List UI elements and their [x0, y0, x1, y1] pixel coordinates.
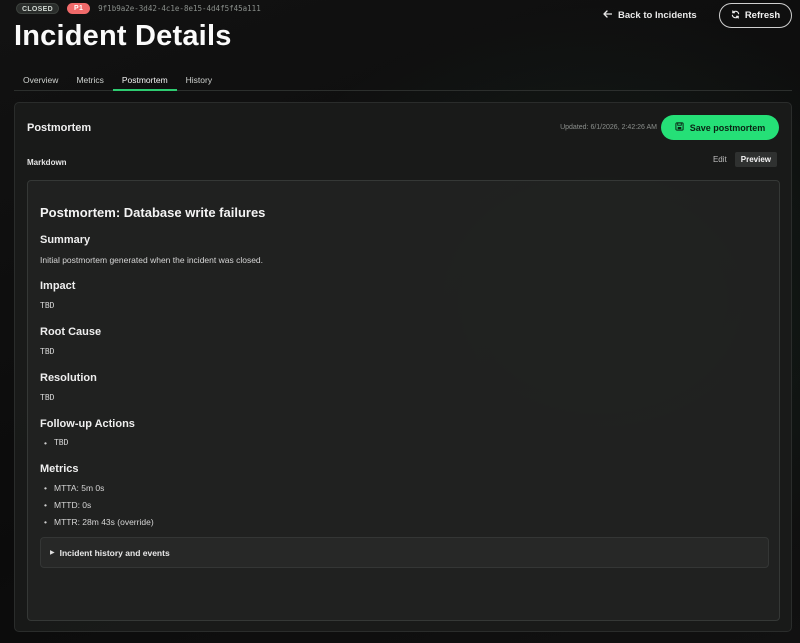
page-title: Incident Details [14, 20, 232, 52]
list-item: • TBD [44, 438, 69, 448]
resolution-text: TBD [40, 393, 55, 402]
doc-title: Postmortem: Database write failures [40, 205, 266, 220]
updated-timestamp: Updated: 6/1/2026, 2:42:26 AM [560, 124, 657, 131]
postmortem-title: Postmortem [27, 122, 92, 134]
root-cause-text: TBD [40, 347, 55, 356]
arrow-left-icon [603, 10, 613, 21]
summary-text: Initial postmortem generated when the in… [40, 255, 264, 265]
disclosure-triangle-icon: ▶ [50, 550, 55, 556]
save-icon [675, 122, 684, 133]
list-item: • MTTD: 0s [44, 500, 92, 510]
incident-id: 9f1b9a2e-3d42-4c1e-8e15-4d4f5f45a111 [98, 4, 261, 13]
resolution-heading: Resolution [40, 372, 97, 384]
back-to-incidents-link[interactable]: Back to Incidents [603, 10, 697, 21]
postmortem-card: Postmortem Updated: 6/1/2026, 2:42:26 AM… [14, 102, 792, 632]
tab-history[interactable]: History [177, 70, 221, 91]
edit-mode-button[interactable]: Edit [709, 152, 731, 167]
mode-toggle: Edit Preview [709, 152, 777, 167]
refresh-label: Refresh [744, 10, 781, 21]
details-label: Incident history and events [59, 547, 170, 558]
priority-badge: P1 [66, 3, 91, 14]
refresh-icon [731, 9, 740, 22]
impact-heading: Impact [40, 280, 76, 292]
refresh-button[interactable]: Refresh [719, 3, 792, 28]
back-label: Back to Incidents [618, 10, 697, 21]
save-label: Save postmortem [689, 122, 766, 133]
metrics-heading: Metrics [40, 463, 79, 475]
list-item: • MTTA: 5m 0s [44, 483, 105, 493]
tab-postmortem[interactable]: Postmortem [112, 70, 177, 91]
editor-mode-label: Markdown [27, 158, 67, 167]
summary-heading: Summary [40, 234, 91, 246]
save-postmortem-button[interactable]: Save postmortem [661, 115, 779, 140]
tab-bar: Overview Metrics Postmortem History [14, 70, 792, 91]
markdown-preview: Postmortem: Database write failures Summ… [27, 180, 780, 621]
followup-heading: Follow-up Actions [40, 418, 135, 430]
incident-meta: CLOSED P1 9f1b9a2e-3d42-4c1e-8e15-4d4f5f… [16, 3, 261, 14]
incident-history-details[interactable]: ▶ Incident history and events [40, 537, 769, 568]
impact-text: TBD [40, 301, 55, 310]
list-item: • MTTR: 28m 43s (override) [44, 517, 154, 527]
tab-overview[interactable]: Overview [14, 70, 67, 91]
root-cause-heading: Root Cause [40, 326, 102, 338]
tab-metrics[interactable]: Metrics [67, 70, 112, 91]
preview-mode-button[interactable]: Preview [734, 152, 777, 167]
status-badge: CLOSED [16, 3, 59, 14]
